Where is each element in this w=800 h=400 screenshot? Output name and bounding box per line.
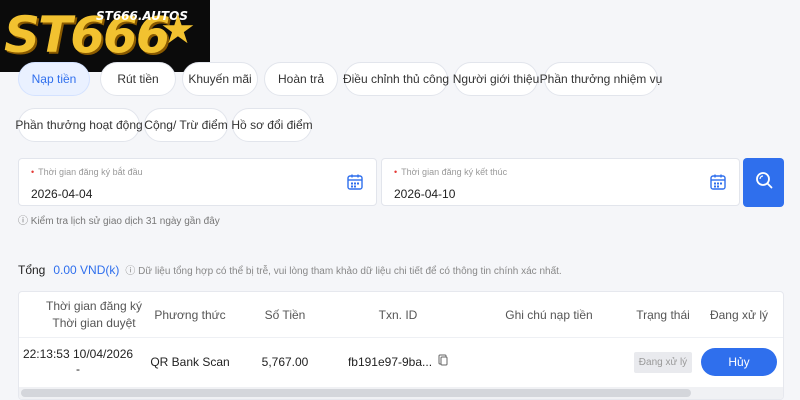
required-mark: • bbox=[31, 167, 35, 177]
tab-points-history[interactable]: Hồ sơ đổi điểm bbox=[231, 108, 313, 142]
star-icon: ★ bbox=[160, 8, 196, 52]
total-hint: ⓘ Dữ liệu tổng hợp có thể bị trễ, vui lò… bbox=[125, 266, 562, 277]
total-label: Tổng bbox=[18, 262, 46, 277]
header-deposit-note: Ghi chú nạp tiền bbox=[505, 307, 593, 322]
total-summary: Tổng 0.00 VND(k) ⓘ Dữ liệu tổng hợp có t… bbox=[18, 262, 562, 278]
horizontal-scrollbar[interactable] bbox=[19, 387, 783, 399]
copy-icon[interactable] bbox=[438, 354, 448, 370]
table-header: Thời gian đăng ký Thời gian duyệt Phương… bbox=[19, 292, 783, 338]
search-button[interactable] bbox=[743, 158, 784, 207]
status-badge: Đang xử lý bbox=[633, 351, 693, 373]
end-date-label: Thời gian đăng ký kết thúc bbox=[401, 167, 508, 177]
cell-method: QR Bank Scan bbox=[150, 354, 230, 369]
tab-deposit[interactable]: Nạp tiền bbox=[18, 62, 90, 96]
start-date-field[interactable]: • Thời gian đăng ký bắt đầu 2026-04-04 bbox=[18, 158, 377, 206]
tab-manual-adjustment[interactable]: Điều chỉnh thủ công bbox=[343, 62, 449, 96]
header-txn-id: Txn. ID bbox=[378, 307, 418, 322]
total-amount: 0.00 VND(k) bbox=[53, 262, 120, 277]
start-date-label: Thời gian đăng ký bắt đầu bbox=[38, 167, 143, 177]
transactions-table: Thời gian đăng ký Thời gian duyệt Phương… bbox=[18, 291, 784, 400]
header-method: Phương thức bbox=[154, 307, 226, 322]
txn-id-text: fb191e97-9ba... bbox=[347, 354, 433, 369]
tab-promotion[interactable]: Khuyến mãi bbox=[182, 62, 258, 96]
search-icon bbox=[754, 170, 774, 195]
end-date-field[interactable]: • Thời gian đăng ký kết thúc 2026-04-10 bbox=[381, 158, 740, 206]
tab-activity-reward[interactable]: Phần thưởng hoạt động bbox=[15, 108, 143, 142]
cell-txn-id: fb191e97-9ba... bbox=[339, 339, 457, 385]
header-status: Trạng thái bbox=[636, 307, 690, 322]
tab-referrer[interactable]: Người giới thiệu bbox=[453, 62, 539, 96]
calendar-icon[interactable] bbox=[709, 173, 727, 196]
end-date-value: 2026-04-10 bbox=[394, 187, 456, 201]
required-mark: • bbox=[394, 167, 398, 177]
cell-action: Hủy bbox=[699, 339, 779, 385]
cell-status: Đang xử lý bbox=[619, 339, 707, 385]
header-amount: Số Tiền bbox=[264, 307, 306, 322]
cell-amount: 5,767.00 bbox=[261, 354, 309, 369]
start-date-value: 2026-04-04 bbox=[31, 187, 93, 201]
cell-time: 22:13:53 10/04/2026 - bbox=[22, 347, 134, 376]
calendar-icon[interactable] bbox=[346, 173, 364, 196]
tab-withdraw[interactable]: Rút tiền bbox=[100, 62, 176, 96]
scroll-thumb[interactable] bbox=[21, 389, 691, 397]
tab-mission-reward[interactable]: Phần thưởng nhiệm vụ bbox=[540, 62, 662, 96]
tab-points-adjust[interactable]: Cộng/ Trừ điểm bbox=[144, 108, 228, 142]
cancel-button[interactable]: Hủy bbox=[701, 348, 777, 376]
cell-deposit-note bbox=[487, 339, 611, 385]
history-range-note: ⓘ Kiểm tra lịch sử giao dịch 31 ngày gần… bbox=[18, 216, 220, 227]
header-processing: Đang xử lý bbox=[709, 307, 769, 322]
tab-rebate[interactable]: Hoàn trả bbox=[264, 62, 338, 96]
table-row: 22:13:53 10/04/2026 - QR Bank Scan 5,767… bbox=[19, 339, 783, 385]
